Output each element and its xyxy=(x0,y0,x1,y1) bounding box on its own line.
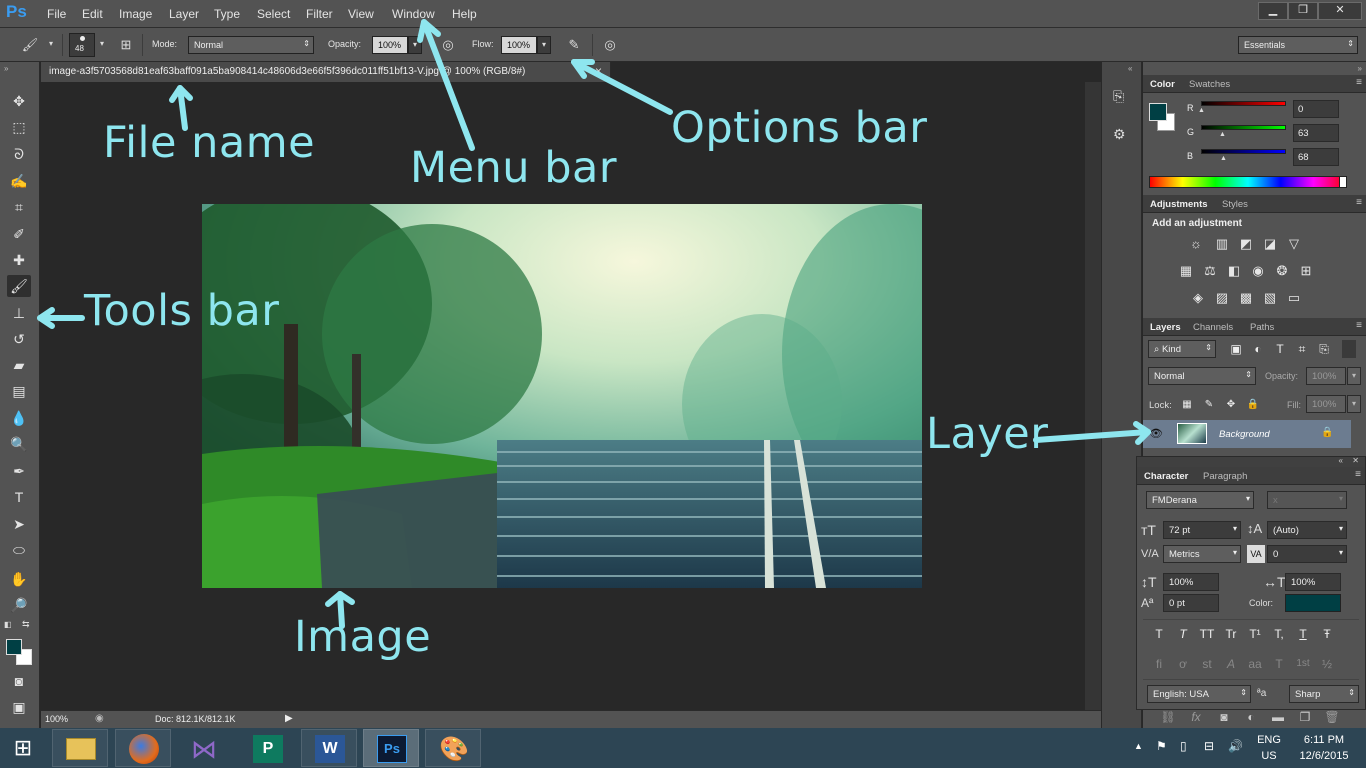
menu-bar-arrow xyxy=(421,19,475,151)
annotation-tools-bar: Tools bar xyxy=(84,286,280,336)
layer-arrow xyxy=(1033,429,1151,443)
annotation-options-bar: Options bar xyxy=(671,103,928,153)
annotation-file-name: File name xyxy=(103,118,316,168)
options-bar-arrow xyxy=(571,59,673,115)
annotation-menu-bar: Menu bar xyxy=(410,143,618,193)
annotation-layer: Layer xyxy=(926,409,1049,459)
annotation-image: Image xyxy=(294,612,432,662)
